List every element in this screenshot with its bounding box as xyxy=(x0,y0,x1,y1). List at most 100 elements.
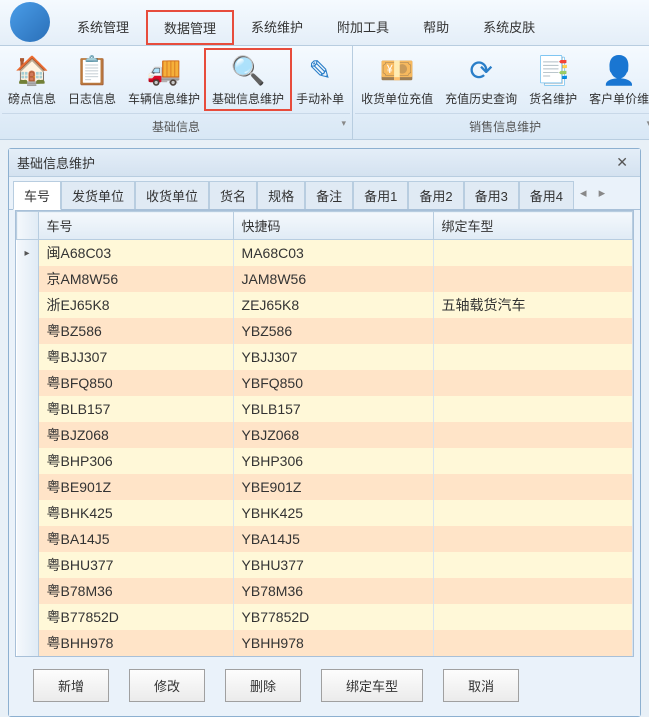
ribbon-btn-1-1[interactable]: ⟳充值历史查询 xyxy=(439,50,523,109)
cell[interactable] xyxy=(433,240,632,267)
tab-2[interactable]: 收货单位 xyxy=(135,181,209,209)
tab-3[interactable]: 货名 xyxy=(209,181,257,209)
cell[interactable] xyxy=(433,396,632,422)
tab-nav-left-icon[interactable]: ◂ xyxy=(574,181,593,209)
menu-item-1[interactable]: 数据管理 xyxy=(146,10,234,45)
delete-button[interactable]: 删除 xyxy=(225,669,301,702)
tab-1[interactable]: 发货单位 xyxy=(61,181,135,209)
cell[interactable]: YBFQ850 xyxy=(233,370,433,396)
tab-nav-right-icon[interactable]: ▸ xyxy=(593,181,612,209)
cell[interactable]: ZEJ65K8 xyxy=(233,292,433,318)
cell[interactable]: 粤BZ586 xyxy=(38,318,233,344)
cell[interactable]: YBJJ307 xyxy=(233,344,433,370)
table-row[interactable]: 粤BHU377YBHU377 xyxy=(17,552,633,578)
cell[interactable] xyxy=(433,344,632,370)
cell[interactable]: JAM8W56 xyxy=(233,266,433,292)
cell[interactable]: 粤BHK425 xyxy=(38,500,233,526)
tab-9[interactable]: 备用4 xyxy=(519,181,574,209)
tab-4[interactable]: 规格 xyxy=(257,181,305,209)
cell[interactable] xyxy=(433,422,632,448)
cell[interactable]: YBJZ068 xyxy=(233,422,433,448)
ribbon-btn-1-2[interactable]: 📑货名维护 xyxy=(523,50,583,109)
table-row[interactable]: 粤B77852DYB77852D xyxy=(17,604,633,630)
cell[interactable]: 粤B78M36 xyxy=(38,578,233,604)
table-row[interactable]: 粤BLB157YBLB157 xyxy=(17,396,633,422)
cell[interactable]: 粤BHP306 xyxy=(38,448,233,474)
cell[interactable]: 粤BJZ068 xyxy=(38,422,233,448)
cell[interactable]: MA68C03 xyxy=(233,240,433,267)
table-row[interactable]: 粤BHH978YBHH978 xyxy=(17,630,633,656)
cell[interactable] xyxy=(433,604,632,630)
cell[interactable] xyxy=(433,474,632,500)
cell[interactable] xyxy=(433,526,632,552)
table-row[interactable]: 粤BA14J5YBA14J5 xyxy=(17,526,633,552)
cancel-button[interactable]: 取消 xyxy=(443,669,519,702)
table-row[interactable]: 粤BHK425YBHK425 xyxy=(17,500,633,526)
table-row[interactable]: 粤BJJ307YBJJ307 xyxy=(17,344,633,370)
tab-7[interactable]: 备用2 xyxy=(408,181,463,209)
cell[interactable]: 闽A68C03 xyxy=(38,240,233,267)
cell[interactable]: YBHP306 xyxy=(233,448,433,474)
edit-button[interactable]: 修改 xyxy=(129,669,205,702)
column-header-2[interactable]: 绑定车型 xyxy=(433,212,632,240)
tab-5[interactable]: 备注 xyxy=(305,181,353,209)
menu-item-5[interactable]: 系统皮肤 xyxy=(466,10,552,45)
cell[interactable] xyxy=(433,500,632,526)
cell[interactable] xyxy=(433,266,632,292)
cell[interactable]: YBLB157 xyxy=(233,396,433,422)
close-icon[interactable]: ✕ xyxy=(612,154,632,171)
cell[interactable]: 粤BLB157 xyxy=(38,396,233,422)
table-row[interactable]: 粤B78M36YB78M36 xyxy=(17,578,633,604)
cell[interactable]: YBHK425 xyxy=(233,500,433,526)
table-row[interactable]: 粤BJZ068YBJZ068 xyxy=(17,422,633,448)
ribbon-btn-0-1[interactable]: 📋日志信息 xyxy=(62,50,122,109)
ribbon-btn-0-2[interactable]: 🚚车辆信息维护 xyxy=(122,50,206,109)
add-button[interactable]: 新增 xyxy=(33,669,109,702)
data-grid[interactable]: 车号快捷码绑定车型 ▸闽A68C03MA68C03京AM8W56JAM8W56浙… xyxy=(16,211,633,656)
cell[interactable]: 浙EJ65K8 xyxy=(38,292,233,318)
table-row[interactable]: 粤BHP306YBHP306 xyxy=(17,448,633,474)
cell[interactable] xyxy=(433,318,632,344)
cell[interactable]: 粤BHU377 xyxy=(38,552,233,578)
menu-item-0[interactable]: 系统管理 xyxy=(60,10,146,45)
cell[interactable] xyxy=(433,578,632,604)
cell[interactable]: 粤BA14J5 xyxy=(38,526,233,552)
cell[interactable]: 京AM8W56 xyxy=(38,266,233,292)
cell[interactable]: YBHU377 xyxy=(233,552,433,578)
tab-0[interactable]: 车号 xyxy=(13,181,61,210)
menu-item-3[interactable]: 附加工具 xyxy=(320,10,406,45)
cell[interactable] xyxy=(433,370,632,396)
ribbon-btn-0-0[interactable]: 🏠磅点信息 xyxy=(2,50,62,109)
table-row[interactable]: 粤BFQ850YBFQ850 xyxy=(17,370,633,396)
cell[interactable] xyxy=(433,448,632,474)
cell[interactable]: YBA14J5 xyxy=(233,526,433,552)
tab-6[interactable]: 备用1 xyxy=(353,181,408,209)
bind-vehicle-button[interactable]: 绑定车型 xyxy=(321,669,423,702)
table-row[interactable]: 京AM8W56JAM8W56 xyxy=(17,266,633,292)
menu-item-4[interactable]: 帮助 xyxy=(406,10,466,45)
cell[interactable]: 粤BFQ850 xyxy=(38,370,233,396)
cell[interactable] xyxy=(433,630,632,656)
cell[interactable]: 粤BJJ307 xyxy=(38,344,233,370)
ribbon-btn-0-4[interactable]: ✎手动补单 xyxy=(290,50,350,109)
cell[interactable]: YB77852D xyxy=(233,604,433,630)
cell[interactable]: 粤BHH978 xyxy=(38,630,233,656)
cell[interactable]: YBE901Z xyxy=(233,474,433,500)
column-header-1[interactable]: 快捷码 xyxy=(233,212,433,240)
table-row[interactable]: ▸闽A68C03MA68C03 xyxy=(17,240,633,267)
cell[interactable]: YBHH978 xyxy=(233,630,433,656)
ribbon-btn-1-0[interactable]: 💴收货单位充值 xyxy=(355,50,439,109)
table-row[interactable]: 浙EJ65K8ZEJ65K8五轴载货汽车 xyxy=(17,292,633,318)
cell[interactable]: YB78M36 xyxy=(233,578,433,604)
column-header-0[interactable]: 车号 xyxy=(38,212,233,240)
ribbon-btn-1-3[interactable]: 👤客户单价维 xyxy=(583,50,649,109)
cell[interactable]: 粤BE901Z xyxy=(38,474,233,500)
cell[interactable]: 粤B77852D xyxy=(38,604,233,630)
menu-item-2[interactable]: 系统维护 xyxy=(234,10,320,45)
cell[interactable]: YBZ586 xyxy=(233,318,433,344)
ribbon-btn-0-3[interactable]: 🔍基础信息维护 xyxy=(204,48,292,111)
cell[interactable]: 五轴载货汽车 xyxy=(433,292,632,318)
tab-8[interactable]: 备用3 xyxy=(464,181,519,209)
table-row[interactable]: 粤BZ586YBZ586 xyxy=(17,318,633,344)
table-row[interactable]: 粤BE901ZYBE901Z xyxy=(17,474,633,500)
